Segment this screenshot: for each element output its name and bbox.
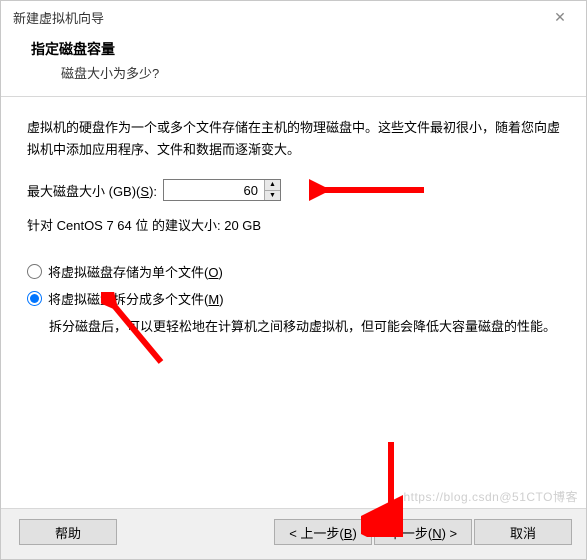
disk-size-label: 最大磁盘大小 (GB)(S): — [27, 181, 157, 200]
spinner: ▲ ▼ — [264, 180, 280, 200]
help-button[interactable]: 帮助 — [19, 519, 117, 545]
content-area: 虚拟机的硬盘作为一个或多个文件存储在主机的物理磁盘中。这些文件最初很小，随着您向… — [1, 97, 586, 508]
footer: 帮助 < 上一步(B) 下一步(N) > 取消 — [1, 508, 586, 559]
page-subtitle: 磁盘大小为多少? — [61, 63, 566, 82]
disk-size-input[interactable] — [164, 180, 264, 200]
radio-single-file-row[interactable]: 将虚拟磁盘存储为单个文件(O) — [27, 262, 560, 281]
disk-size-stepper[interactable]: ▲ ▼ — [163, 179, 281, 201]
back-button[interactable]: < 上一步(B) — [274, 519, 372, 545]
page-title: 指定磁盘容量 — [31, 39, 566, 59]
radio-split-files-row[interactable]: 将虚拟磁盘拆分成多个文件(M) — [27, 289, 560, 308]
disk-size-row: 最大磁盘大小 (GB)(S): ▲ ▼ — [27, 179, 560, 201]
radio-split-files-label: 将虚拟磁盘拆分成多个文件(M) — [48, 289, 224, 308]
radio-single-file-label: 将虚拟磁盘存储为单个文件(O) — [48, 262, 223, 281]
radio-single-file[interactable] — [27, 264, 42, 279]
cancel-button[interactable]: 取消 — [474, 519, 572, 545]
window-title: 新建虚拟机向导 — [13, 8, 104, 27]
radio-split-files[interactable] — [27, 291, 42, 306]
spin-up-button[interactable]: ▲ — [265, 180, 280, 191]
recommendation-text: 针对 CentOS 7 64 位 的建议大小: 20 GB — [27, 215, 560, 234]
storage-radio-group: 将虚拟磁盘存储为单个文件(O) 将虚拟磁盘拆分成多个文件(M) 拆分磁盘后，可以… — [27, 262, 560, 338]
titlebar: 新建虚拟机向导 ✕ — [1, 1, 586, 33]
watermark-text: https://blog.csdn@51CTO博客 — [403, 488, 578, 505]
spin-down-button[interactable]: ▼ — [265, 191, 280, 201]
next-button[interactable]: 下一步(N) > — [374, 519, 472, 545]
close-icon: ✕ — [554, 9, 566, 26]
wizard-window: 新建虚拟机向导 ✕ 指定磁盘容量 磁盘大小为多少? 虚拟机的硬盘作为一个或多个文… — [0, 0, 587, 560]
close-button[interactable]: ✕ — [540, 3, 580, 31]
header-area: 指定磁盘容量 磁盘大小为多少? — [1, 33, 586, 97]
radio-split-description: 拆分磁盘后，可以更轻松地在计算机之间移动虚拟机，但可能会降低大容量磁盘的性能。 — [49, 316, 560, 338]
description-text: 虚拟机的硬盘作为一个或多个文件存储在主机的物理磁盘中。这些文件最初很小，随着您向… — [27, 117, 560, 161]
